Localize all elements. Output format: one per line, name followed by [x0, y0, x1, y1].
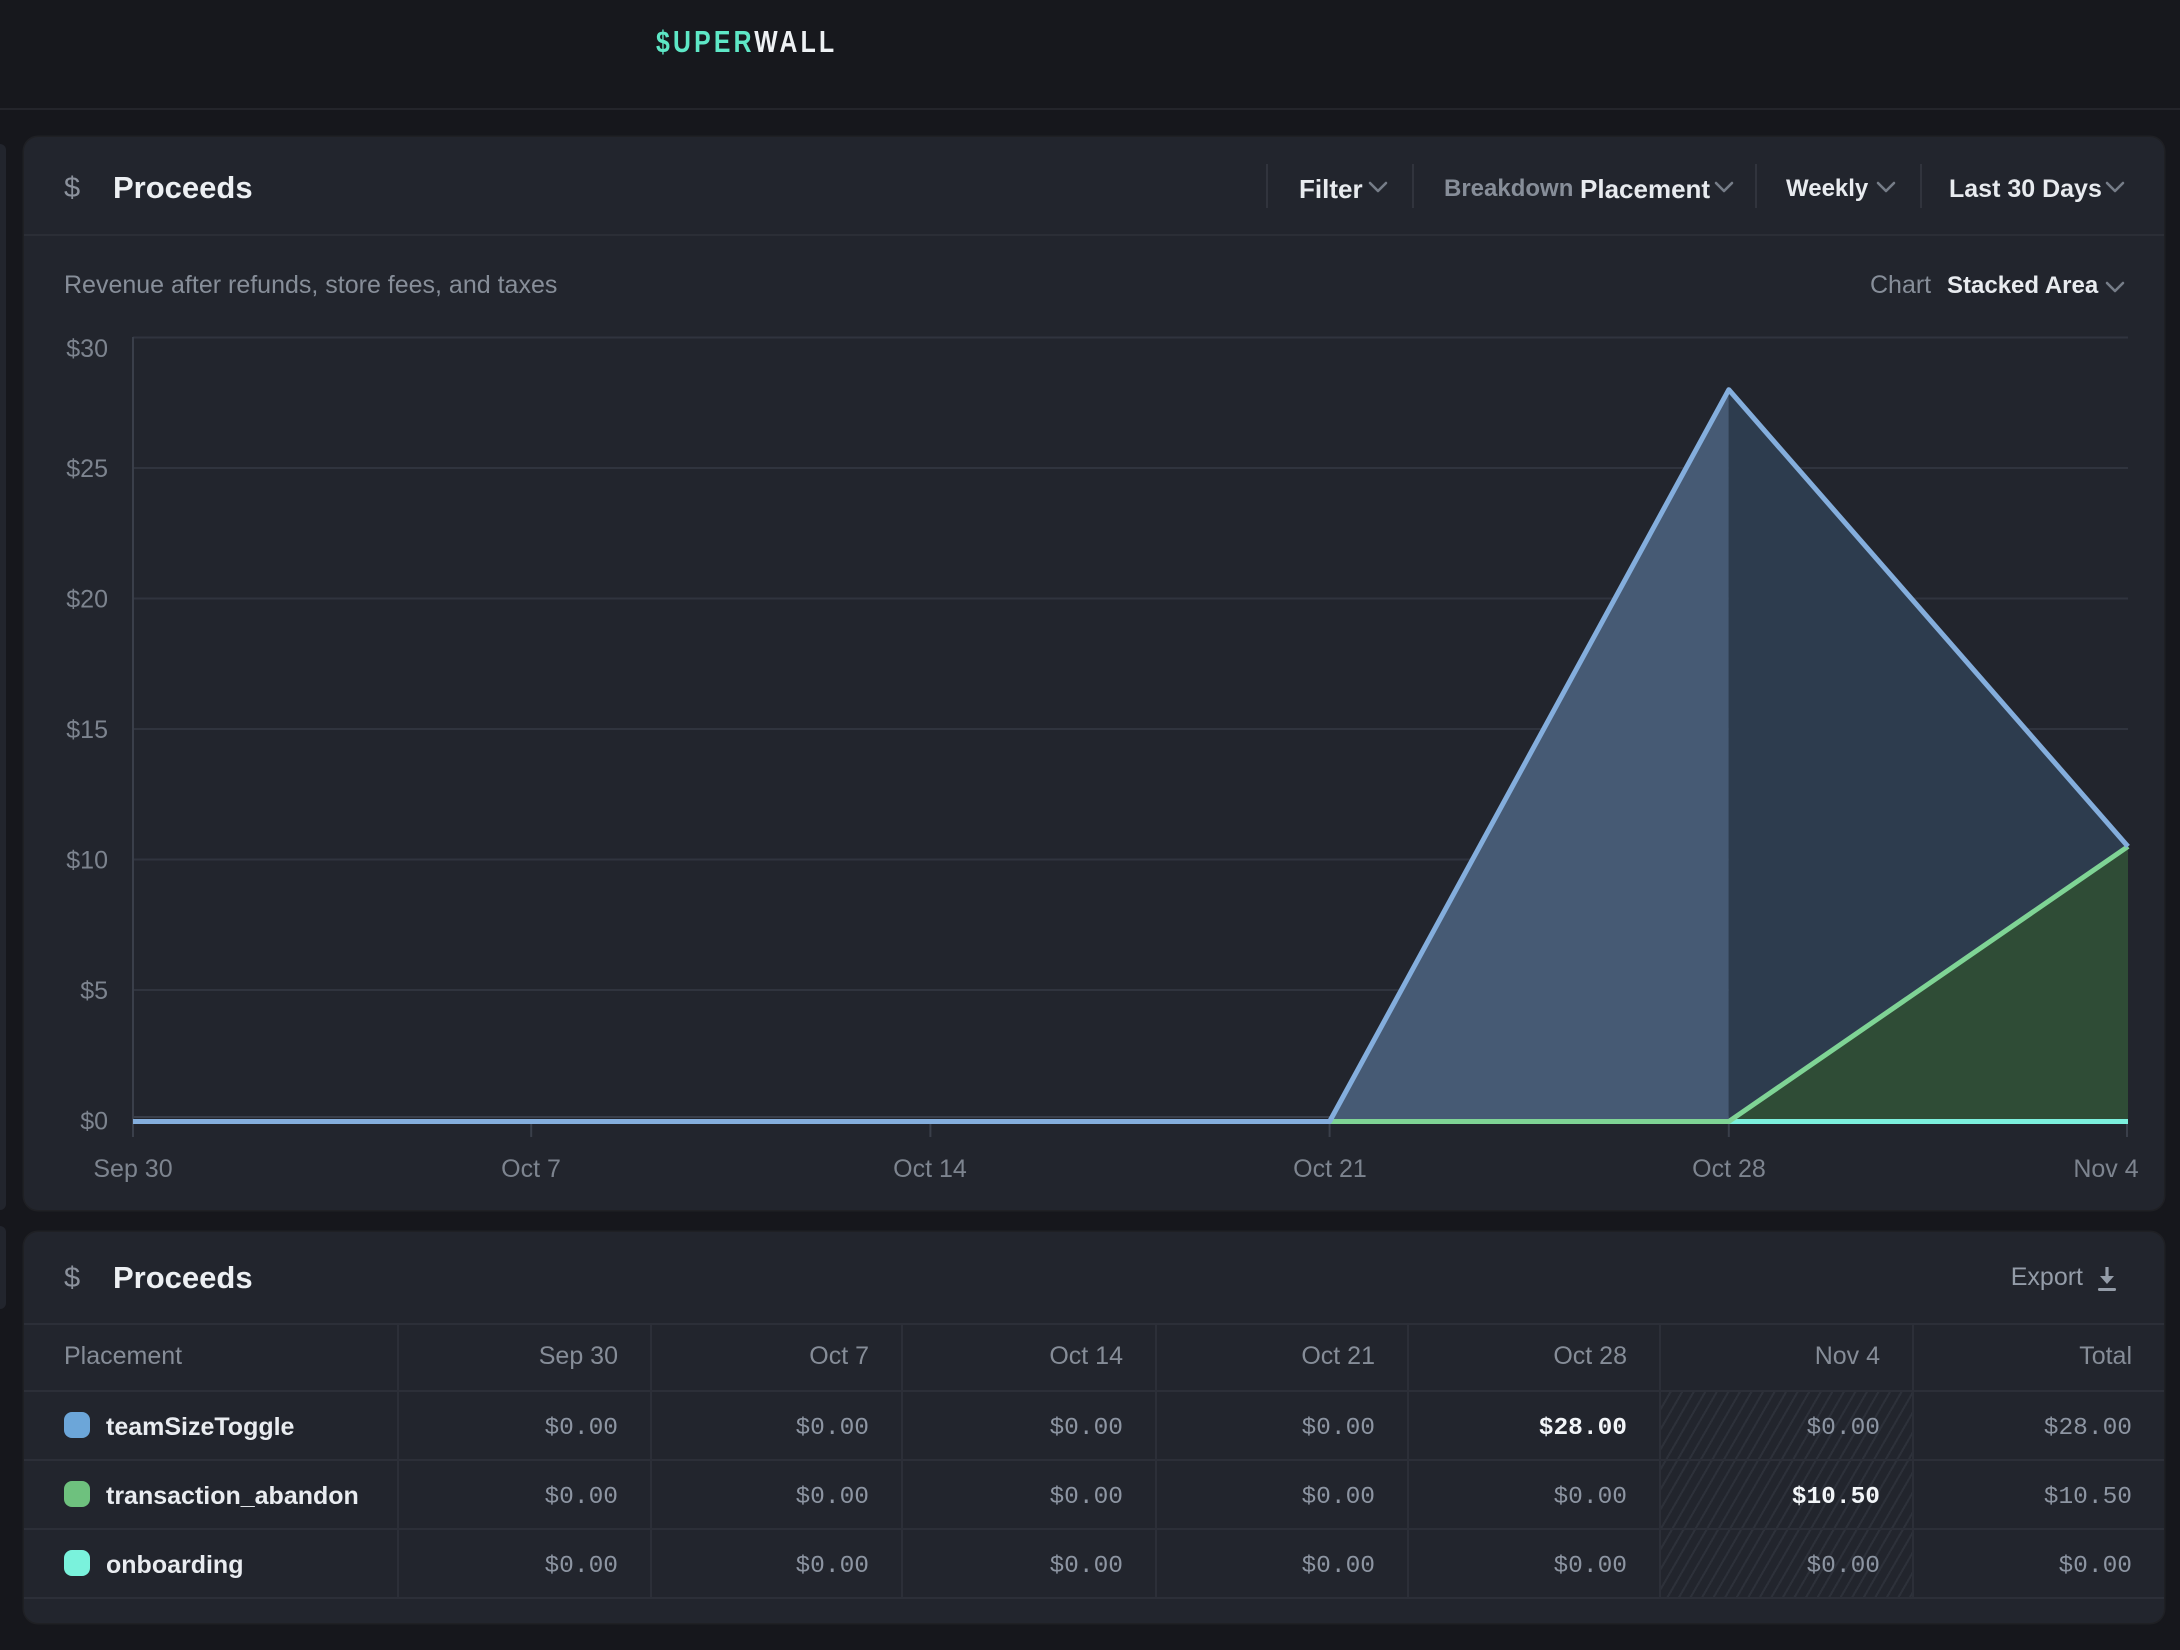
svg-text:$15: $15	[66, 716, 108, 744]
svg-text:Oct 28: Oct 28	[1692, 1155, 1766, 1183]
svg-text:$25: $25	[66, 455, 108, 483]
svg-text:$30: $30	[66, 335, 108, 363]
svg-text:Oct 21: Oct 21	[1293, 1155, 1367, 1183]
svg-text:Nov 4: Nov 4	[2073, 1155, 2138, 1183]
svg-text:$5: $5	[80, 977, 108, 1005]
svg-text:$10: $10	[66, 847, 108, 875]
svg-text:$0: $0	[80, 1108, 108, 1136]
svg-text:$20: $20	[66, 586, 108, 614]
svg-text:Oct 14: Oct 14	[893, 1155, 967, 1183]
svg-text:Oct 7: Oct 7	[501, 1155, 561, 1183]
svg-text:Sep 30: Sep 30	[93, 1155, 172, 1183]
